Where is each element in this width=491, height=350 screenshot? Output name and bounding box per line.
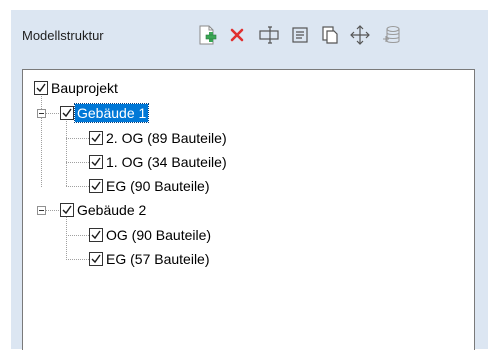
panel-title: Modellstruktur (22, 28, 104, 43)
tree-connector (66, 113, 67, 186)
copy-icon (320, 25, 340, 45)
add-button[interactable] (194, 22, 220, 48)
checkbox[interactable] (89, 228, 103, 242)
tree-connector (66, 259, 89, 260)
checkbox[interactable] (89, 131, 103, 145)
tree-node-label: Gebäude 1 (73, 103, 150, 123)
delete-button[interactable] (224, 22, 250, 48)
checkbox[interactable] (89, 155, 103, 169)
collapse-toggle[interactable] (37, 206, 46, 215)
checkbox[interactable] (89, 179, 103, 193)
tree-connector (66, 186, 89, 187)
checkbox[interactable] (60, 203, 74, 217)
tree-connector (66, 138, 89, 139)
tree-node-floor[interactable]: OG (90 Bauteile) (89, 225, 213, 245)
tree-node-bauprojekt[interactable]: Bauprojekt (34, 78, 120, 98)
delete-icon (227, 25, 247, 45)
rename-icon (258, 24, 280, 46)
tree-node-label: Gebäude 2 (77, 202, 147, 218)
tree-node-label: EG (90 Bauteile) (106, 178, 210, 194)
tree-node-label: Bauprojekt (51, 80, 118, 96)
properties-button[interactable] (287, 22, 313, 48)
model-tree[interactable]: Bauprojekt Gebäude 1 2. OG (89 Bauteile)… (22, 69, 475, 350)
tree-connector (66, 235, 89, 236)
tree-node-gebaeude-2[interactable]: Gebäude 2 (60, 200, 148, 220)
collapse-toggle[interactable] (37, 109, 46, 118)
checkbox[interactable] (89, 252, 103, 266)
copy-button[interactable] (317, 22, 343, 48)
properties-icon (290, 25, 310, 45)
tree-node-label: 1. OG (34 Bauteile) (106, 154, 227, 170)
database-button[interactable] (378, 22, 404, 48)
tree-node-floor[interactable]: 1. OG (34 Bauteile) (89, 152, 229, 172)
tree-connector (46, 113, 61, 114)
checkbox[interactable] (34, 81, 48, 95)
checkbox[interactable] (60, 106, 74, 120)
move-icon (349, 24, 371, 46)
tree-node-label: OG (90 Bauteile) (106, 227, 212, 243)
tree-node-gebaeude-1[interactable]: Gebäude 1 (60, 103, 150, 123)
tree-connector (41, 90, 42, 187)
tree-node-floor[interactable]: 2. OG (89 Bauteile) (89, 128, 229, 148)
add-icon (196, 24, 218, 46)
move-button[interactable] (347, 22, 373, 48)
database-icon (381, 24, 401, 46)
rename-button[interactable] (256, 22, 282, 48)
tree-node-label: 2. OG (89 Bauteile) (106, 130, 227, 146)
tree-node-floor[interactable]: EG (90 Bauteile) (89, 176, 212, 196)
tree-node-label: EG (57 Bauteile) (106, 251, 210, 267)
tree-connector (46, 210, 61, 211)
tree-connector (66, 162, 89, 163)
tree-node-floor[interactable]: EG (57 Bauteile) (89, 249, 212, 269)
